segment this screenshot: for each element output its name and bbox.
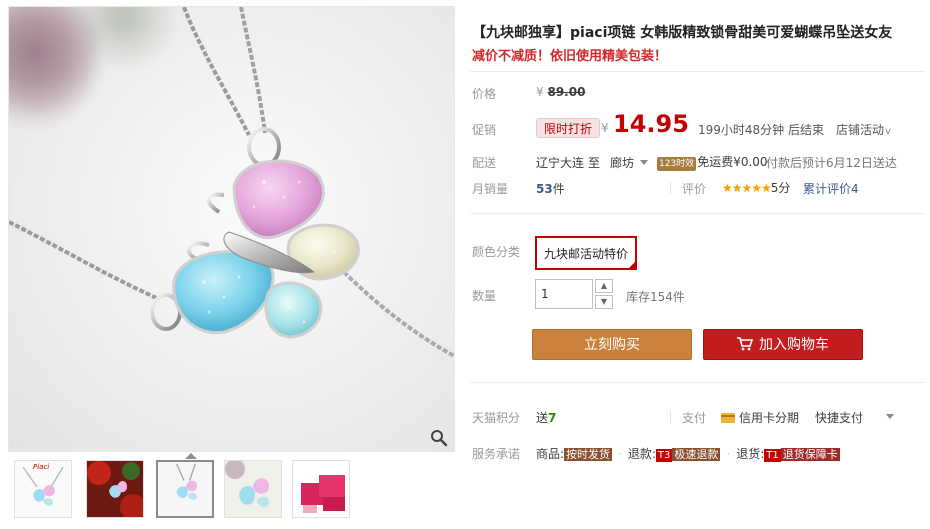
monthly-sales: 53件: [536, 180, 565, 197]
product-subtitle: 减价不减质！依旧使用精美包装！: [472, 49, 668, 64]
credit-installment-label: 信用卡分期: [739, 411, 800, 425]
quantity-input[interactable]: [535, 279, 593, 309]
chevron-down-icon: v: [885, 126, 891, 137]
return-label: 退货:: [736, 447, 765, 461]
tmall-points-label: 天猫积分: [472, 411, 521, 425]
monthly-sales-label: 月销量: [472, 182, 509, 196]
ship-to-word: 至: [588, 156, 601, 170]
return-badge: T1: [764, 449, 781, 462]
refund-label: 退款:: [627, 447, 656, 461]
active-thumb-indicator: [185, 453, 197, 459]
check-corner-icon: [627, 260, 638, 270]
review-label: 评价: [682, 182, 707, 196]
price-label: 价格: [472, 87, 497, 101]
service-promises: 商品: 按时发货 · 退款: T3 极速退款 · 退货: T1 退货保障卡: [536, 447, 840, 462]
free-shipping: 免运费¥0.00: [697, 155, 768, 169]
thumbnail-3-selected[interactable]: [156, 460, 214, 518]
spin-down-icon[interactable]: ▼: [595, 295, 613, 309]
promo-tag: 限时打折: [536, 118, 601, 138]
main-product-image[interactable]: [8, 6, 455, 452]
ship-from: 辽宁大连: [536, 156, 585, 170]
chevron-down-icon[interactable]: [886, 414, 894, 419]
sales-unit: 件: [552, 182, 565, 196]
countdown: 199小时48分钟 后结束: [698, 123, 824, 137]
color-category-label: 颜色分类: [472, 245, 521, 259]
quick-pay[interactable]: 快捷支付: [815, 409, 863, 426]
thumbnail-5[interactable]: [292, 460, 350, 518]
refund-badge: T3: [655, 449, 673, 462]
thumbnail-2[interactable]: [86, 460, 144, 518]
payment-label: 支付: [682, 411, 707, 425]
spin-up-icon[interactable]: ▲: [595, 279, 613, 293]
sku-option-label: 九块邮活动特价: [544, 247, 629, 261]
promo-currency: ¥: [601, 121, 609, 135]
timeliness-badge: 123时效: [657, 157, 697, 171]
ship-to-city: 廊坊: [610, 156, 635, 170]
quantity-label: 数量: [472, 289, 497, 303]
promo-price: 14.95: [613, 110, 689, 138]
thumb-caption: Piaci: [33, 463, 50, 471]
credit-installment[interactable]: 信用卡分期: [721, 409, 799, 426]
add-to-cart-label: 加入购物车: [759, 337, 829, 353]
tmall-points: 送7: [536, 409, 556, 426]
shipping-label: 配送: [472, 156, 497, 170]
store-activity-dropdown[interactable]: 店铺活动v: [836, 121, 891, 138]
zoom-icon[interactable]: [430, 429, 448, 447]
chevron-down-icon: [640, 160, 649, 165]
points-amount: 7: [548, 411, 557, 425]
price-section: 价格 ¥ 89.00 促销 限时打折 ¥ 14.95 199小时48分钟 后结束…: [470, 71, 925, 203]
shipping-fee: 123时效 免运费¥0.00: [657, 153, 768, 171]
service-label: 服务承诺: [472, 447, 521, 461]
return-guarantee-tag[interactable]: 退货保障卡: [780, 448, 840, 461]
points-gift: 送: [536, 411, 549, 425]
total-reviews-link[interactable]: 累计评价4: [803, 180, 859, 197]
divider: [670, 182, 671, 194]
section-divider: [470, 382, 925, 383]
on-time-delivery-tag[interactable]: 按时发货: [564, 448, 613, 461]
thumbnail-strip: Piaci: [8, 453, 455, 526]
original-price: ¥ 89.00: [536, 85, 585, 99]
promo-label: 促销: [472, 123, 497, 137]
thumbnail-4[interactable]: [224, 460, 282, 518]
buy-now-button[interactable]: 立刻购买: [532, 329, 692, 360]
delivery-eta: 付款后预计6月12日送达: [766, 156, 897, 170]
original-currency: ¥: [536, 85, 544, 99]
cart-icon: [737, 337, 754, 351]
sales-count: 53: [536, 182, 553, 196]
rating-score: 5分: [770, 181, 791, 195]
goods-label: 商品:: [536, 447, 565, 461]
stock-count: 库存154件: [626, 290, 685, 304]
product-title: 【九块邮独享】piaci项链 女韩版精致锁骨甜美可爱蝴蝶吊坠送女友: [472, 25, 893, 41]
sku-option-selected[interactable]: 九块邮活动特价: [535, 236, 638, 270]
original-price-value: 89.00: [547, 85, 586, 99]
store-activity-label: 店铺活动: [836, 123, 885, 137]
rating: ★★★★★5分: [722, 179, 790, 196]
add-to-cart-button[interactable]: 加入购物车: [703, 329, 863, 360]
section-divider: [470, 213, 925, 214]
credit-card-icon: [721, 413, 735, 423]
thumbnail-1[interactable]: Piaci: [14, 460, 72, 518]
rating-stars: ★★★★★: [722, 181, 772, 195]
product-gallery: Piaci: [8, 6, 455, 526]
fast-refund-tag[interactable]: 极速退款: [672, 448, 721, 461]
ship-to-dropdown[interactable]: 廊坊: [610, 154, 649, 171]
divider: [670, 411, 671, 423]
